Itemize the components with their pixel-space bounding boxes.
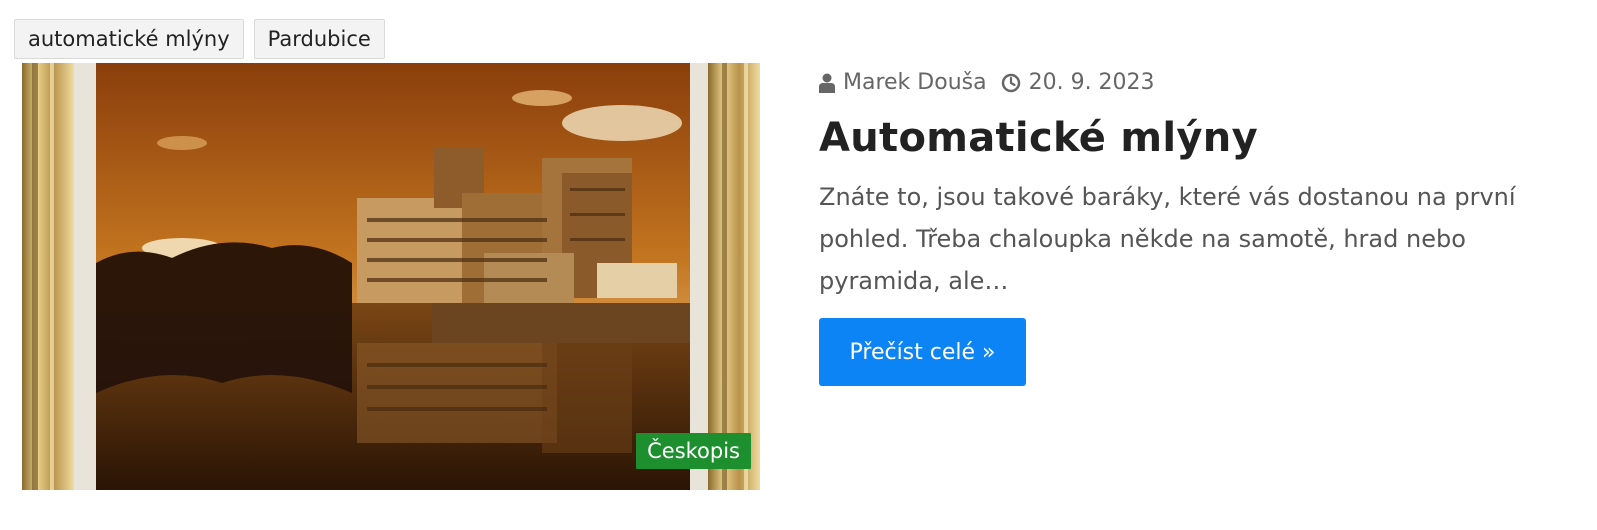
post-excerpt: Znáte to, jsou takové baráky, které vás … [819,183,1516,295]
post-title[interactable]: Automatické mlýny [819,112,1258,164]
post-date: 20. 9. 2023 [1028,70,1155,95]
tag-automaticke-mlyny[interactable]: automatické mlýny [14,19,244,59]
tag-pardubice[interactable]: Pardubice [253,19,385,59]
user-icon [819,73,835,93]
category-badge[interactable]: Českopis [636,433,751,469]
clock-icon [1001,73,1021,93]
tag-list: automatické mlýny Pardubice [14,19,385,59]
post-meta: Marek Douša 20. 9. 2023 [819,70,1155,95]
read-more-button[interactable]: Přečíst celé » [819,318,1026,386]
post-thumbnail[interactable]: Českopis [22,63,760,490]
thumbnail-image [22,63,760,490]
author-name[interactable]: Marek Douša [843,70,987,95]
